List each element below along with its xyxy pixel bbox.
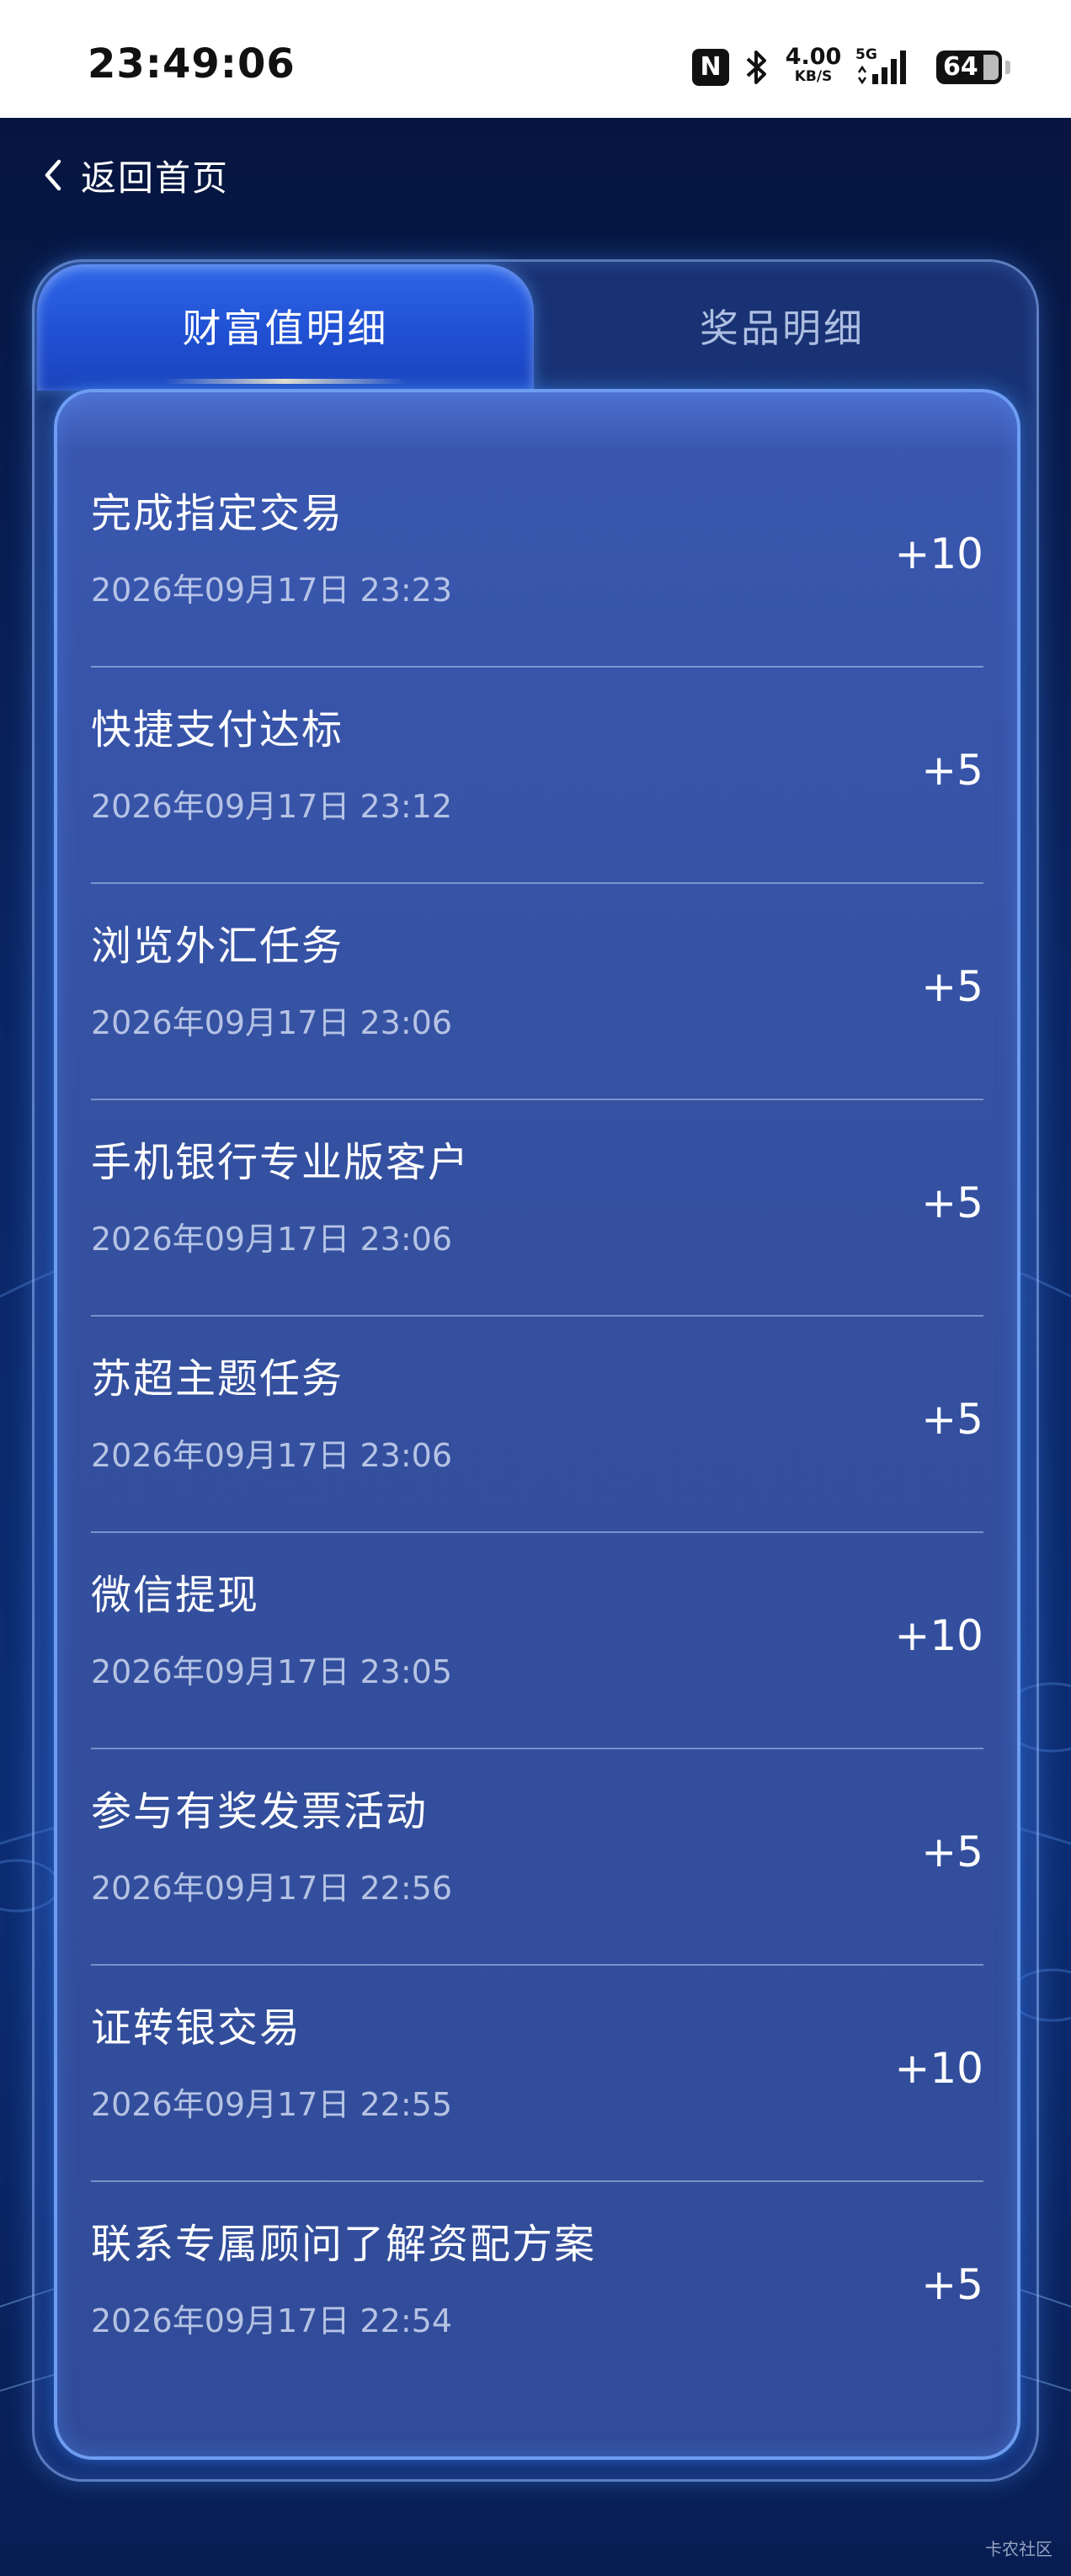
record-panel: 完成指定交易 2026年09月17日 23:23 +10 快捷支付达标 2026…: [54, 389, 1020, 2460]
list-item: 浏览外汇任务 2026年09月17日 23:06 +5: [91, 884, 983, 1100]
network-speed-unit: KB/S: [794, 68, 833, 85]
record-points: +5: [921, 2260, 983, 2309]
record-title: 证转银交易: [91, 2004, 302, 2052]
chevron-left-icon: [45, 159, 61, 191]
back-to-home-button[interactable]: 返回首页: [40, 150, 229, 200]
list-item: 手机银行专业版客户 2026年09月17日 23:06 +5: [91, 1100, 983, 1317]
record-points: +10: [894, 1611, 983, 1660]
nfc-icon: N: [692, 49, 729, 86]
back-label: 返回首页: [81, 157, 230, 199]
bluetooth-icon: [746, 51, 766, 84]
tab-prize-detail[interactable]: 奖品明细: [534, 303, 1031, 354]
record-points: +5: [921, 1828, 983, 1876]
record-time: 2026年09月17日 23:06: [91, 1221, 453, 1258]
record-points: +5: [921, 1179, 983, 1227]
record-title: 微信提现: [91, 1572, 260, 1619]
battery-icon: 64: [936, 51, 1002, 84]
list-item: 参与有奖发票活动 2026年09月17日 22:56 +5: [91, 1749, 983, 1966]
record-title: 联系专属顾问了解资配方案: [91, 2221, 597, 2268]
signal-icon: 5G: [855, 47, 923, 86]
list-item: 快捷支付达标 2026年09月17日 23:12 +5: [91, 668, 983, 884]
record-time: 2026年09月17日 22:55: [91, 2086, 453, 2123]
record-title: 快捷支付达标: [91, 706, 344, 753]
status-icons: N 4.00 KB/S 5G 64: [692, 45, 1012, 88]
record-time: 2026年09月17日 23:23: [91, 572, 453, 609]
record-title: 完成指定交易: [91, 490, 344, 537]
panel-top-band: [57, 392, 1017, 451]
list-item: 联系专属顾问了解资配方案 2026年09月17日 22:54 +5: [91, 2182, 983, 2398]
record-title: 参与有奖发票活动: [91, 1788, 429, 1835]
record-time: 2026年09月17日 23:12: [91, 788, 453, 825]
battery-level: 64: [943, 52, 978, 82]
record-time: 2026年09月17日 22:56: [91, 1870, 453, 1907]
record-points: +10: [894, 2044, 983, 2093]
network-speed: 4.00 KB/S: [780, 44, 847, 85]
record-title: 浏览外汇任务: [91, 923, 344, 970]
record-points: +5: [921, 746, 983, 795]
record-time: 2026年09月17日 23:06: [91, 1004, 453, 1041]
record-time: 2026年09月17日 23:05: [91, 1653, 453, 1690]
record-points: +5: [921, 1395, 983, 1444]
battery-tip: [1005, 61, 1010, 74]
record-points: +10: [894, 530, 983, 578]
record-title: 苏超主题任务: [91, 1355, 344, 1402]
status-time: 23:49:06: [88, 40, 296, 88]
list-item: 苏超主题任务 2026年09月17日 23:06 +5: [91, 1317, 983, 1533]
list-item: 微信提现 2026年09月17日 23:05 +10: [91, 1533, 983, 1749]
network-speed-value: 4.00: [785, 44, 842, 70]
record-time: 2026年09月17日 23:06: [91, 1437, 453, 1474]
watermark: 卡农社区: [985, 2539, 1052, 2559]
record-list: 完成指定交易 2026年09月17日 23:23 +10 快捷支付达标 2026…: [57, 451, 1017, 2398]
record-time: 2026年09月17日 22:54: [91, 2302, 453, 2339]
record-points: +5: [921, 962, 983, 1011]
tab-wealth-detail[interactable]: 财富值明细: [37, 303, 534, 354]
list-item: 证转银交易 2026年09月17日 22:55 +10: [91, 1966, 983, 2182]
status-bar: 23:49:06 N 4.00 KB/S 5G 64: [0, 0, 1071, 118]
record-title: 手机银行专业版客户: [91, 1139, 471, 1186]
list-item: 完成指定交易 2026年09月17日 23:23 +10: [91, 451, 983, 668]
